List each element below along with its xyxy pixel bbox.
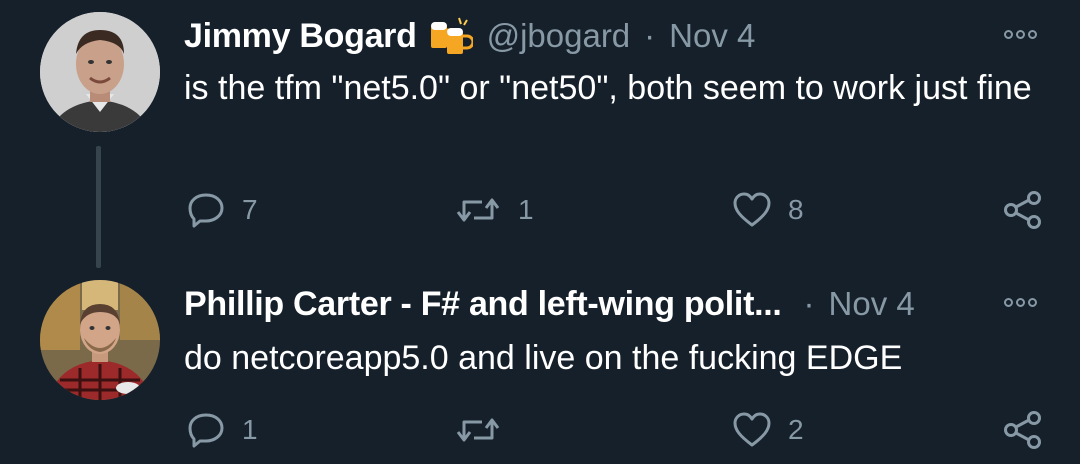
display-name[interactable]: Phillip Carter - F# and left-wing polit.… [184,285,782,324]
like-count: 2 [788,414,804,445]
retweet-button[interactable] [454,410,518,450]
retweet-button[interactable]: 1 [454,190,534,230]
reply-button[interactable]: 7 [186,190,258,230]
tweet-header: Phillip Carter - F# and left-wing polit.… [184,284,915,324]
like-button[interactable]: 2 [732,410,804,450]
reply-icon [188,413,224,448]
share-button[interactable] [1002,190,1044,230]
separator-dot: · [644,17,656,54]
share-icon [1004,411,1041,449]
tweet-text: is the tfm "net5.0" or "net50", both see… [184,69,1032,107]
avatar[interactable] [40,280,160,400]
thread-line [96,146,101,268]
tweet-header: Jimmy Bogard @jbogard · Nov 4 [184,16,755,56]
retweet-icon [456,418,500,442]
retweet-count: 1 [518,194,534,225]
like-button[interactable]: 8 [732,190,804,230]
timestamp[interactable]: Nov 4 [829,285,915,323]
avatar[interactable] [40,12,160,132]
retweet-icon [456,198,500,222]
display-name[interactable]: Jimmy Bogard [184,17,417,56]
more-options-icon[interactable] [1004,298,1037,307]
reply-count: 1 [242,414,258,445]
heart-icon [733,192,771,227]
reply-count: 7 [242,194,258,225]
separator-dot: · [803,285,815,322]
heart-icon [733,412,771,447]
like-count: 8 [788,194,804,225]
more-options-icon[interactable] [1004,30,1037,39]
beer-mugs-icon [429,16,475,56]
handle[interactable]: @jbogard [487,17,631,55]
reply-button[interactable]: 1 [186,410,258,450]
tweet-text: do netcoreapp5.0 and live on the fucking… [184,339,903,377]
share-button[interactable] [1002,410,1044,450]
timestamp[interactable]: Nov 4 [669,17,755,55]
reply-icon [188,193,224,228]
share-icon [1004,191,1041,229]
